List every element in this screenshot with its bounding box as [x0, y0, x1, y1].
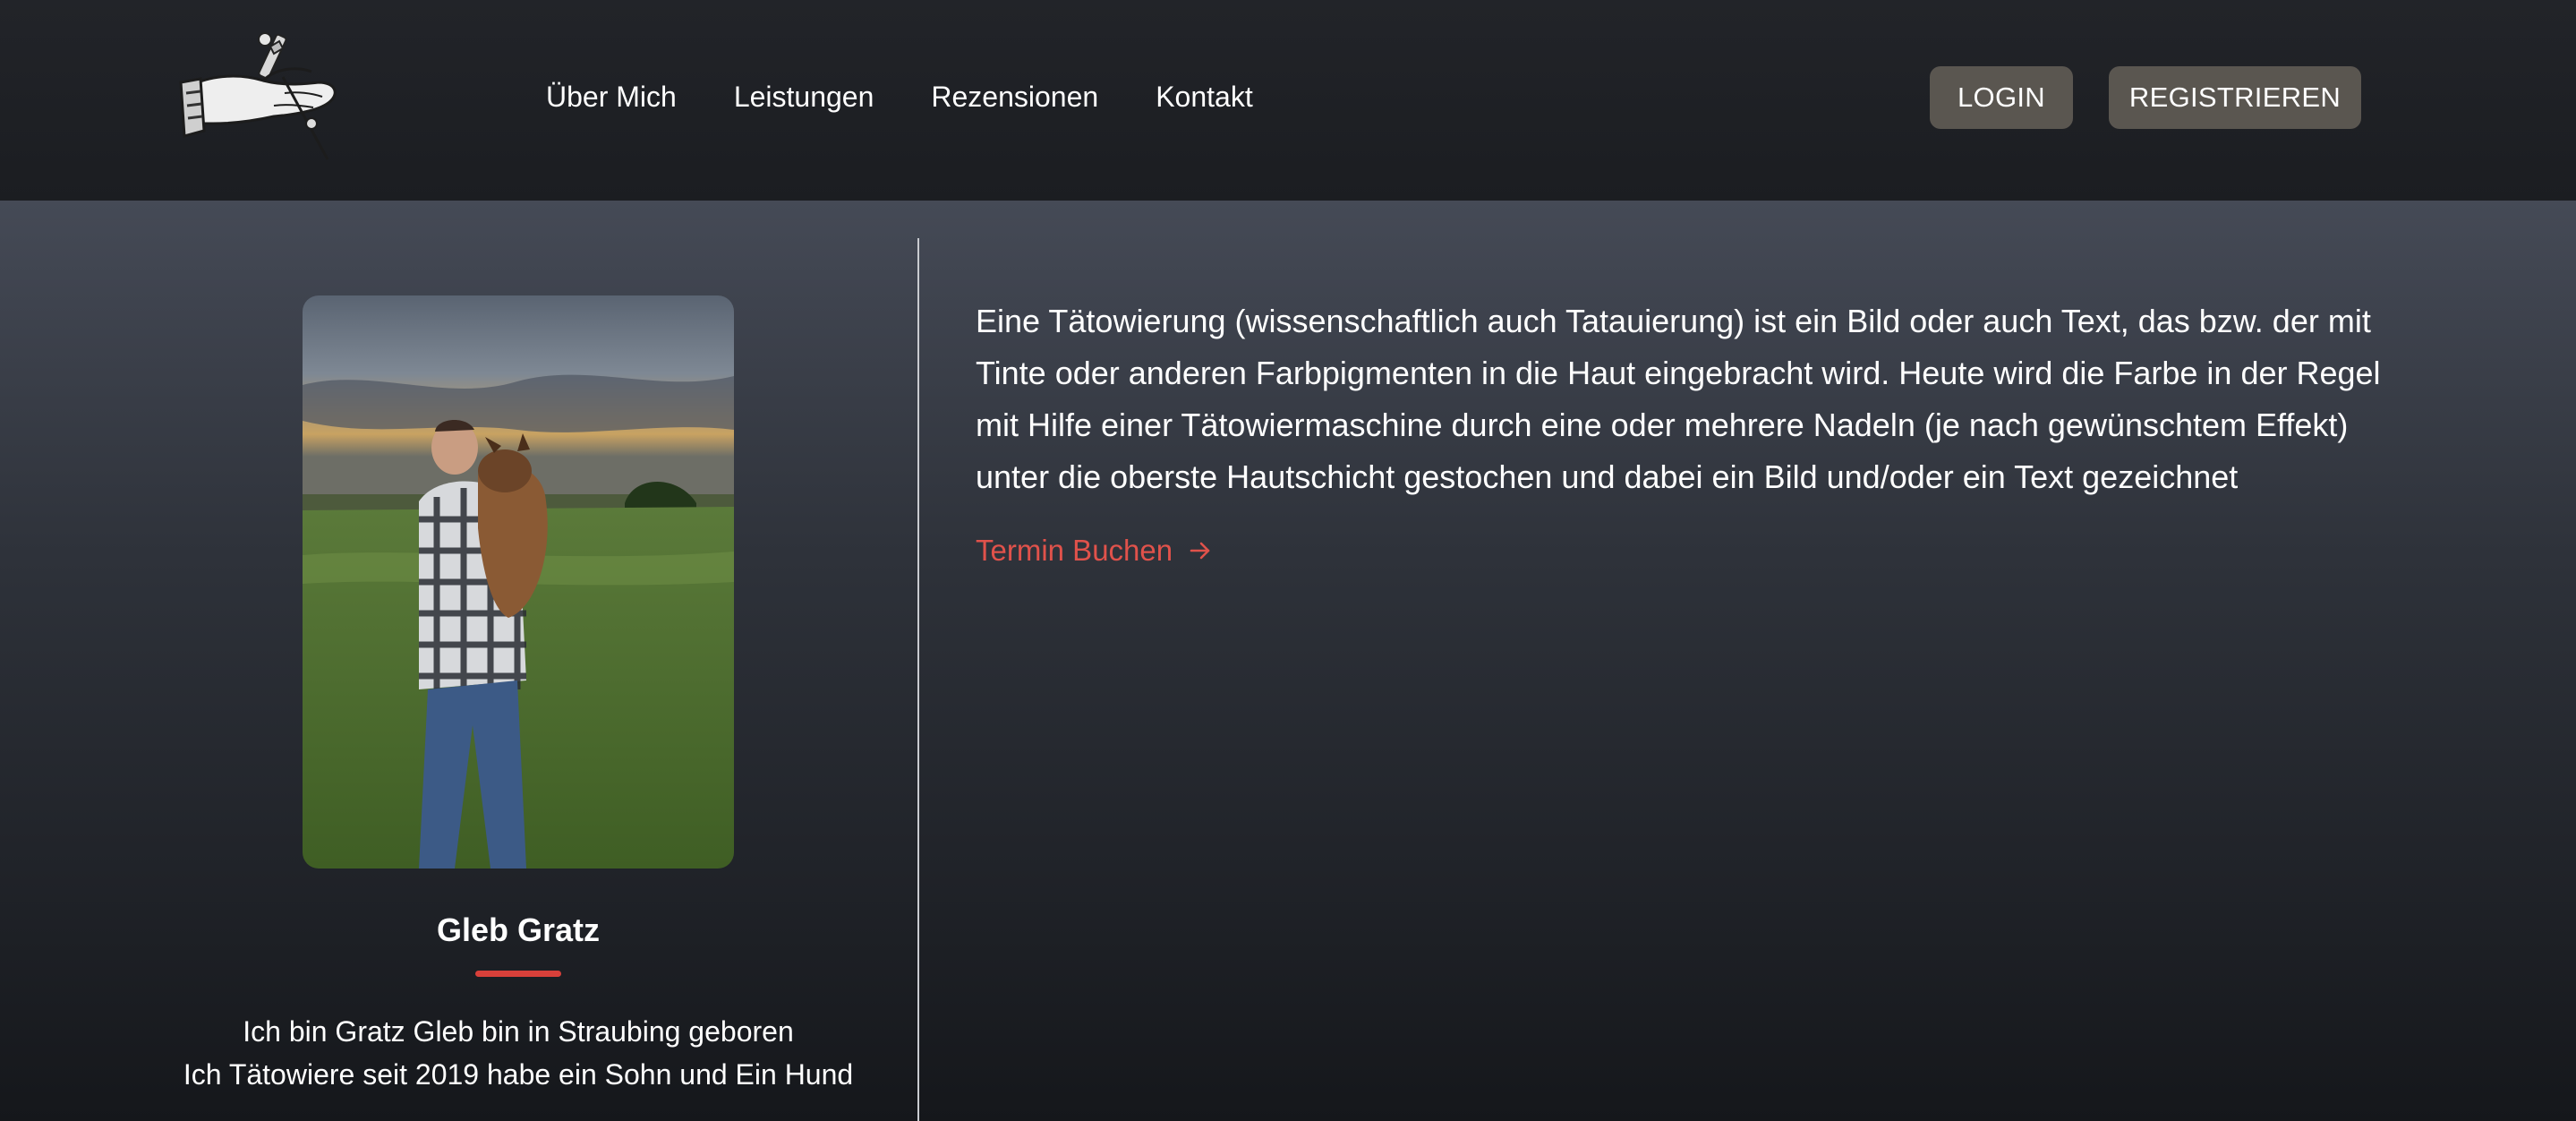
nav-item-leistungen[interactable]: Leistungen: [734, 81, 874, 114]
artist-name: Gleb Gratz: [436, 911, 601, 948]
column-divider: [917, 238, 919, 1121]
nav-item-rezensionen[interactable]: Rezensionen: [931, 81, 1098, 114]
about-line: unter die oberste Hautschicht gestochen …: [976, 458, 2239, 495]
about-line: Tinte oder anderen Farbpigmenten in die …: [976, 355, 2381, 391]
nav-item-kontakt[interactable]: Kontakt: [1156, 81, 1253, 114]
login-button[interactable]: LOGIN: [1930, 66, 2073, 129]
about-line: Eine Tätowierung (wissenschaftlich auch …: [976, 303, 2371, 339]
name-underline: [475, 971, 561, 977]
nav-item-ueber-mich[interactable]: Über Mich: [546, 81, 677, 114]
book-appointment-link[interactable]: Termin Buchen: [976, 534, 1212, 568]
artist-photo: [303, 295, 734, 869]
book-appointment-label: Termin Buchen: [976, 534, 1173, 567]
site-header: Über Mich Leistungen Rezensionen Kontakt…: [0, 0, 2576, 201]
main-nav: Über Mich Leistungen Rezensionen Kontakt: [546, 77, 1310, 116]
bio-line: Ich Tätowiere seit 2019 habe ein Sohn un…: [183, 1058, 854, 1091]
register-button[interactable]: REGISTRIEREN: [2109, 66, 2361, 129]
about-text: Eine Tätowierung (wissenschaftlich auch …: [976, 295, 2479, 503]
artist-bio: Ich bin Gratz Gleb bin in Straubing gebo…: [107, 1010, 929, 1096]
bio-line: Ich bin Gratz Gleb bin in Straubing gebo…: [243, 1015, 794, 1048]
tattoo-hand-logo-icon[interactable]: [177, 30, 344, 163]
arrow-right-icon: [1189, 539, 1212, 562]
about-line: mit Hilfe einer Tätowiermaschine durch e…: [976, 406, 2349, 443]
